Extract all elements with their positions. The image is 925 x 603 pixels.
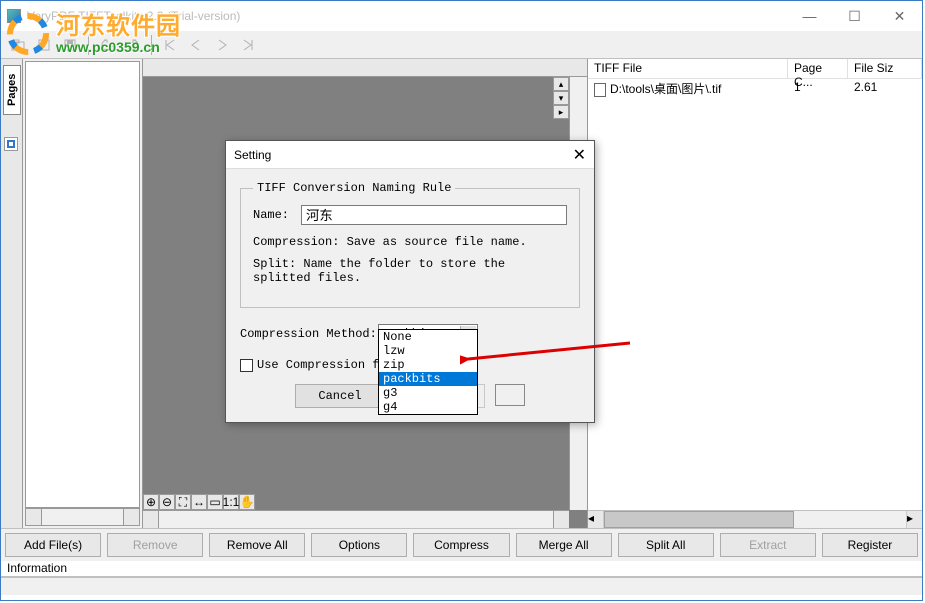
remove-all-button[interactable]: Remove All [209, 533, 305, 557]
fit-width-icon[interactable]: ↔ [191, 494, 207, 510]
preview-bottom-buttons: ⊕ ⊖ ⛶ ↔ ▭ 1:1 ✋ [143, 494, 255, 510]
fit-page-icon[interactable]: ▭ [207, 494, 223, 510]
prev-page-icon[interactable] [185, 34, 207, 56]
rotate-right-icon[interactable] [122, 34, 144, 56]
maximize-button[interactable]: ☐ [832, 2, 877, 30]
first-page-icon[interactable] [159, 34, 181, 56]
scan-icon[interactable] [33, 34, 55, 56]
rotate-left-icon[interactable] [96, 34, 118, 56]
use-compression-label: Use Compression for [257, 358, 394, 372]
extra-button[interactable] [495, 384, 525, 406]
page-thumb-mini[interactable] [4, 137, 18, 151]
status-bar [1, 577, 922, 595]
last-page-icon[interactable] [237, 34, 259, 56]
method-label: Compression Method: [240, 327, 378, 341]
file-size: 2.61 [848, 79, 922, 97]
information-label: Information [1, 561, 922, 577]
file-list-panel: TIFF File Page C... File Siz D:\tools\桌面… [588, 59, 922, 528]
file-pages: 1 [788, 79, 848, 97]
toolbar [1, 31, 922, 59]
remove-button: Remove [107, 533, 203, 557]
window-title: VeryPDF TIFFToolkit v2.2 (Trial-version) [27, 9, 240, 23]
option-g4[interactable]: g4 [379, 400, 477, 414]
option-zip[interactable]: zip [379, 358, 477, 372]
setting-dialog: Setting ✕ TIFF Conversion Naming Rule Na… [225, 140, 595, 423]
register-button[interactable]: Register [822, 533, 918, 557]
col-pages[interactable]: Page C... [788, 59, 848, 78]
ruler-horizontal [143, 59, 587, 77]
fit-icon[interactable]: ⛶ [175, 494, 191, 510]
cancel-button[interactable]: Cancel [295, 384, 385, 408]
option-lzw[interactable]: lzw [379, 344, 477, 358]
split-info: Split: Name the folder to store the spli… [253, 257, 567, 285]
use-compression-checkbox[interactable] [240, 359, 253, 372]
thumb-hscroll[interactable] [25, 508, 140, 526]
list-header: TIFF File Page C... File Siz [588, 59, 922, 79]
pages-sidebar[interactable]: Pages [1, 59, 23, 528]
col-size[interactable]: File Siz [848, 59, 922, 78]
thumbnail-area[interactable] [25, 61, 140, 508]
app-icon [7, 9, 21, 23]
zoom-out-icon[interactable]: ⊖ [159, 494, 175, 510]
option-packbits[interactable]: packbits [379, 372, 477, 386]
dialog-close-icon[interactable]: ✕ [573, 145, 586, 165]
options-button[interactable]: Options [311, 533, 407, 557]
option-g3[interactable]: g3 [379, 386, 477, 400]
titlebar[interactable]: VeryPDF TIFFToolkit v2.2 (Trial-version)… [1, 1, 922, 31]
nav-right-icon[interactable]: ▸ [553, 105, 569, 119]
preview-hscroll[interactable] [143, 510, 569, 528]
preview-right-buttons: ▴ ▾ ▸ [553, 77, 569, 119]
open-icon[interactable] [7, 34, 29, 56]
list-row[interactable]: D:\tools\桌面\图片\.tif 1 2.61 [588, 79, 922, 97]
thumbnail-panel [23, 59, 143, 528]
dialog-title: Setting [234, 148, 271, 162]
nav-down-icon[interactable]: ▾ [553, 91, 569, 105]
save-icon[interactable] [59, 34, 81, 56]
close-button[interactable]: ✕ [877, 2, 922, 30]
file-path: D:\tools\桌面\图片\.tif [610, 82, 721, 96]
compress-button[interactable]: Compress [413, 533, 509, 557]
minimize-button[interactable]: — [787, 2, 832, 30]
name-input[interactable] [301, 205, 567, 225]
action-buttons: Add File(s) Remove Remove All Options Co… [1, 529, 922, 561]
hand-icon[interactable]: ✋ [239, 494, 255, 510]
extract-button: Extract [720, 533, 816, 557]
merge-all-button[interactable]: Merge All [516, 533, 612, 557]
split-all-button[interactable]: Split All [618, 533, 714, 557]
nav-up-icon[interactable]: ▴ [553, 77, 569, 91]
pages-tab-label: Pages [3, 65, 21, 115]
file-icon [594, 83, 606, 97]
option-none[interactable]: None [379, 330, 477, 344]
list-hscroll[interactable]: ◂▸ [588, 510, 922, 528]
name-label: Name: [253, 208, 301, 222]
add-file-button[interactable]: Add File(s) [5, 533, 101, 557]
next-page-icon[interactable] [211, 34, 233, 56]
compression-info: Compression: Save as source file name. [253, 235, 567, 249]
actual-icon[interactable]: 1:1 [223, 494, 239, 510]
method-dropdown[interactable]: None lzw zip packbits g3 g4 [378, 329, 478, 415]
naming-rule-legend: TIFF Conversion Naming Rule [253, 181, 455, 195]
col-file[interactable]: TIFF File [588, 59, 788, 78]
zoom-tool-icon[interactable]: ⊕ [143, 494, 159, 510]
list-body[interactable]: D:\tools\桌面\图片\.tif 1 2.61 [588, 79, 922, 510]
